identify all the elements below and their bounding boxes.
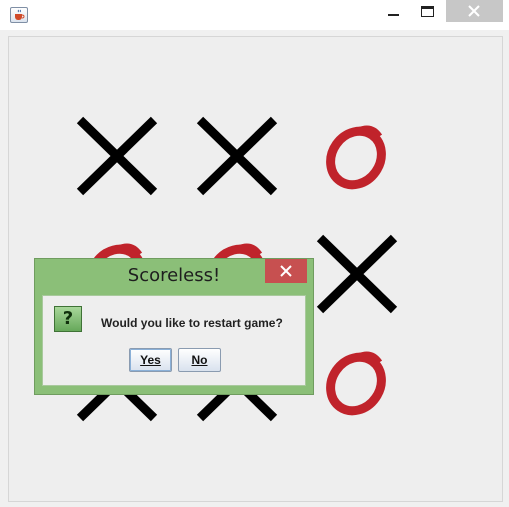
board-cell-1-2-x-mark[interactable]	[312, 228, 402, 318]
no-button[interactable]: No	[178, 348, 221, 372]
board-cell-0-1-x-mark[interactable]	[192, 110, 282, 200]
yes-button[interactable]: Yes	[129, 348, 172, 372]
dialog-body: ? Would you like to restart game? Yes No	[42, 295, 306, 386]
board-cell-2-2-o-mark[interactable]	[312, 336, 402, 426]
game-board	[0, 0, 509, 507]
board-cell-0-0-x-mark[interactable]	[72, 110, 162, 200]
dialog-close-icon[interactable]	[265, 259, 307, 283]
restart-dialog: Scoreless! ? Would you like to restart g…	[34, 258, 314, 395]
question-icon: ?	[54, 306, 82, 332]
board-cell-0-2-o-mark[interactable]	[312, 110, 402, 200]
dialog-message: Would you like to restart game?	[101, 316, 283, 330]
